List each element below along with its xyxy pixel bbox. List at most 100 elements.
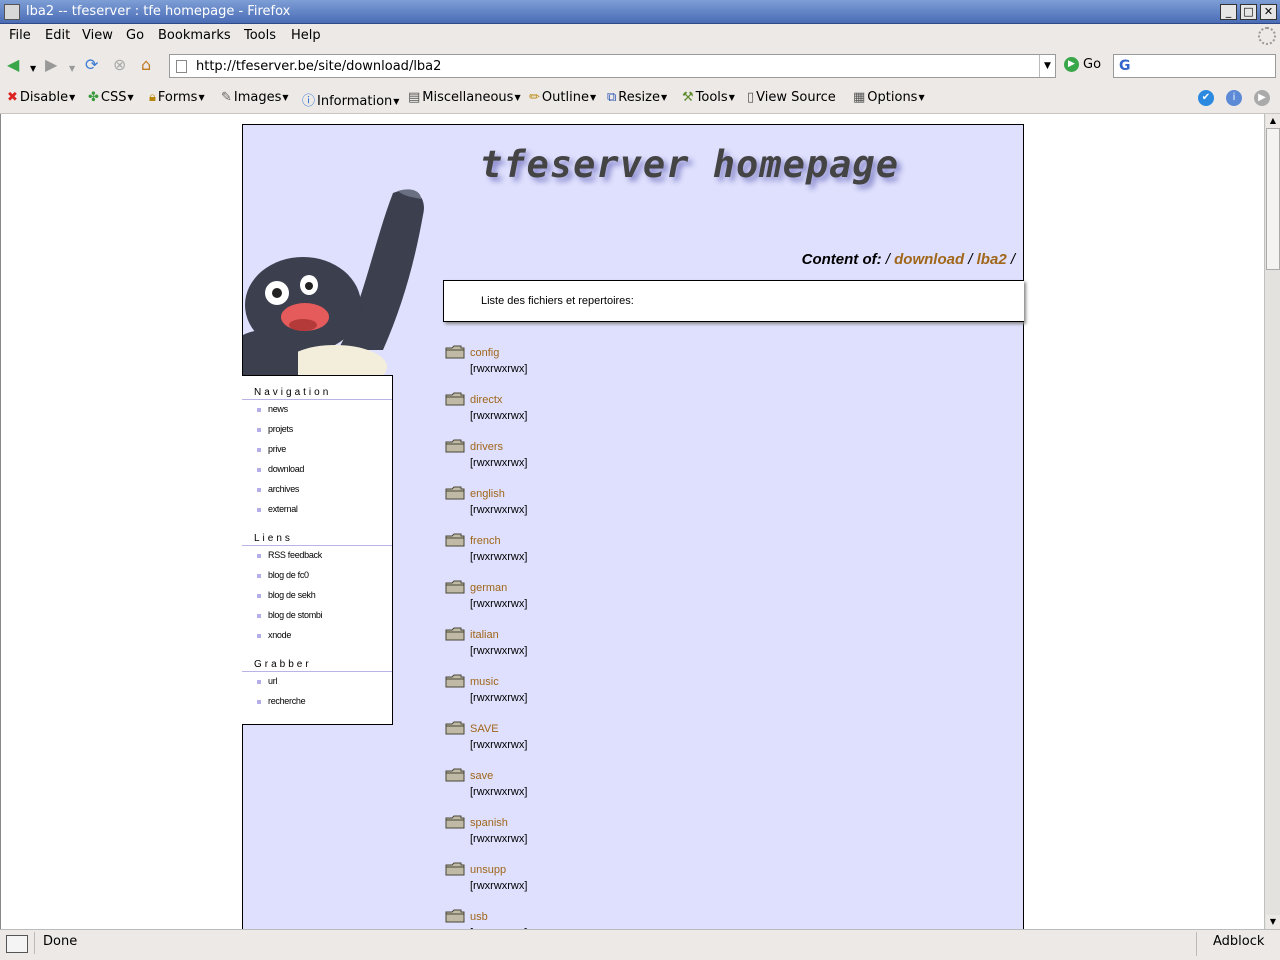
file-link[interactable]: drivers <box>470 441 503 453</box>
folder-icon[interactable] <box>445 392 465 406</box>
menu-go[interactable]: Go <box>126 28 144 43</box>
menu-edit[interactable]: Edit <box>45 28 70 43</box>
play-circle-icon[interactable]: ▶ <box>1254 90 1270 106</box>
menu-tools[interactable]: Tools <box>244 28 276 43</box>
wd-outline-label: Outline <box>541 90 589 105</box>
file-permissions: [rwxrwxrwx] <box>470 504 528 516</box>
minimize-button[interactable]: _ <box>1220 4 1237 20</box>
stop-icon[interactable]: ⊗ <box>113 56 126 74</box>
misc-icon: ▤ <box>408 90 421 105</box>
reload-icon[interactable]: ⟳ <box>85 56 98 74</box>
maximize-button[interactable]: □ <box>1240 4 1257 20</box>
wd-tools-menu[interactable]: ⚒ Tools▼ <box>682 90 735 105</box>
sidebar-item-url[interactable]: url <box>257 676 277 686</box>
wd-information-menu[interactable]: ⓘ Information▼ <box>302 90 399 109</box>
wd-options-menu[interactable]: ▦ Options▼ <box>853 90 925 105</box>
menu-view[interactable]: View <box>82 28 113 43</box>
window-menu-icon[interactable] <box>4 4 20 20</box>
file-link[interactable]: SAVE <box>470 723 499 735</box>
validate-check-icon[interactable]: ✔ <box>1198 90 1214 106</box>
wd-forms-menu[interactable]: 🔒︎ Forms▼ <box>149 90 205 105</box>
file-link[interactable]: save <box>470 770 493 782</box>
file-link[interactable]: english <box>470 488 505 500</box>
forward-icon[interactable]: ▶ <box>45 56 57 74</box>
sidebar-item-prive[interactable]: prive <box>257 444 286 454</box>
folder-icon[interactable] <box>445 439 465 453</box>
file-link[interactable]: italian <box>470 629 499 641</box>
file-link[interactable]: french <box>470 535 501 547</box>
breadcrumb-link-lba2[interactable]: lba2 <box>977 251 1007 268</box>
resize-icon: ⧉ <box>607 90 617 105</box>
file-link[interactable]: music <box>470 676 499 688</box>
status-text: Done <box>43 934 78 949</box>
sidebar-item-xnode[interactable]: xnode <box>257 630 291 640</box>
file-link[interactable]: directx <box>470 394 502 406</box>
sidebar-item-projets[interactable]: projets <box>257 424 293 434</box>
info-circle-icon[interactable]: i <box>1226 90 1242 106</box>
sidebar-item-external[interactable]: external <box>257 504 298 514</box>
folder-icon[interactable] <box>445 486 465 500</box>
wd-images-label: Images <box>233 90 282 105</box>
folder-icon[interactable] <box>445 862 465 876</box>
back-dropdown-icon[interactable]: ▼ <box>30 60 36 78</box>
file-link[interactable]: spanish <box>470 817 508 829</box>
wd-outline-menu[interactable]: ✏ Outline▼ <box>529 90 596 105</box>
folder-icon[interactable] <box>445 815 465 829</box>
file-permissions: [rwxrwxrwx] <box>470 786 528 798</box>
adblock-button[interactable]: Adblock <box>1196 932 1280 956</box>
url-text[interactable]: http://tfeserver.be/site/download/lba2 <box>196 59 441 74</box>
home-icon[interactable]: ⌂ <box>141 56 151 74</box>
sidebar-item-recherche[interactable]: recherche <box>257 696 306 706</box>
wd-css-menu[interactable]: ✤ CSS▼ <box>88 90 134 105</box>
forward-dropdown-icon[interactable]: ▼ <box>69 60 75 78</box>
file-link[interactable]: config <box>470 347 499 359</box>
connection-status-icon <box>6 935 28 953</box>
folder-icon[interactable] <box>445 580 465 594</box>
sidebar-item-rss-feedback[interactable]: RSS feedback <box>257 550 322 560</box>
sidebar-item-blog-stombi[interactable]: blog de stombi <box>257 610 323 620</box>
file-permissions: [rwxrwxrwx] <box>470 598 528 610</box>
scroll-down-icon[interactable]: ▼ <box>1266 915 1280 929</box>
menu-bookmarks[interactable]: Bookmarks <box>158 28 231 43</box>
breadcrumb-link-download[interactable]: download <box>894 251 964 268</box>
wd-miscellaneous-menu[interactable]: ▤ Miscellaneous▼ <box>408 90 521 105</box>
url-bar[interactable]: http://tfeserver.be/site/download/lba2 ▼ <box>169 54 1056 78</box>
file-link[interactable]: unsupp <box>470 864 506 876</box>
url-dropdown-icon[interactable]: ▼ <box>1039 55 1055 77</box>
wd-disable-menu[interactable]: ✖ Disable▼ <box>7 90 75 105</box>
file-link[interactable]: german <box>470 582 507 594</box>
folder-icon[interactable] <box>445 533 465 547</box>
options-icon: ▦ <box>853 90 866 105</box>
sidebar-item-news[interactable]: news <box>257 404 288 414</box>
go-icon: ▶ <box>1064 57 1079 72</box>
menu-help[interactable]: Help <box>291 28 321 43</box>
file-permissions: [rwxrwxrwx] <box>470 833 528 845</box>
sidebar-item-archives[interactable]: archives <box>257 484 299 494</box>
file-link[interactable]: usb <box>470 911 488 923</box>
sidebar-item-blog-sekh[interactable]: blog de sekh <box>257 590 316 600</box>
wd-miscellaneous-label: Miscellaneous <box>422 90 514 105</box>
search-box[interactable]: G <box>1113 54 1276 78</box>
go-button[interactable]: ▶ Go <box>1064 57 1101 72</box>
sidebar-section-grabber: Grabber <box>254 659 312 670</box>
scroll-up-icon[interactable]: ▲ <box>1266 114 1280 128</box>
folder-icon[interactable] <box>445 909 465 923</box>
sidebar-item-blog-fc0[interactable]: blog de fc0 <box>257 570 309 580</box>
wd-resize-label: Resize <box>618 90 660 105</box>
wd-view-source-button[interactable]: ▯ View Source <box>747 90 836 105</box>
vertical-scrollbar[interactable]: ▲ ▼ <box>1264 114 1280 929</box>
menu-file[interactable]: File <box>9 28 31 43</box>
folder-icon[interactable] <box>445 721 465 735</box>
close-button[interactable]: ✕ <box>1260 4 1277 20</box>
folder-icon[interactable] <box>445 345 465 359</box>
wd-images-menu[interactable]: ✎ Images▼ <box>221 90 289 105</box>
sidebar-item-download[interactable]: download <box>257 464 304 474</box>
folder-icon[interactable] <box>445 674 465 688</box>
wd-resize-menu[interactable]: ⧉ Resize▼ <box>607 90 667 105</box>
folder-icon[interactable] <box>445 768 465 782</box>
search-engine-icon[interactable]: G <box>1119 58 1131 74</box>
file-permissions: [rwxrwxrwx] <box>470 645 528 657</box>
back-icon[interactable]: ◀ <box>7 56 19 74</box>
folder-icon[interactable] <box>445 627 465 641</box>
scrollbar-thumb[interactable] <box>1266 128 1280 270</box>
